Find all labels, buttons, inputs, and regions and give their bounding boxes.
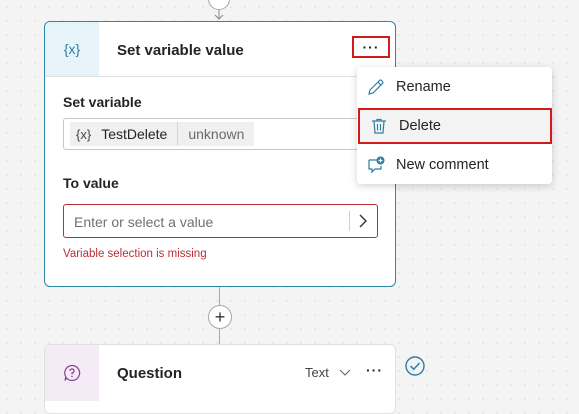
divider [349,211,350,231]
connector-line [219,287,220,305]
variable-select-field[interactable]: {x} TestDelete unknown [63,118,393,150]
question-bubble-icon [64,364,81,382]
variable-icon: {x} [45,22,99,76]
more-options-button[interactable]: ··· [352,36,390,58]
set-variable-node[interactable]: {x} Set variable value ··· Set variable … [44,21,396,287]
plus-icon: + [214,307,226,327]
question-node[interactable]: Question Text ··· [44,344,396,414]
to-value-label: To value [63,175,119,191]
menu-item-new-comment[interactable]: New comment [357,147,552,183]
context-menu: Rename Delete New comment [357,67,552,184]
variable-chip-icon: {x} [76,126,92,142]
connector-node-top [208,0,230,10]
node-title: Set variable value [117,42,244,59]
chevron-right-icon[interactable] [354,212,372,230]
set-variable-label: Set variable [63,94,142,110]
pencil-icon [368,79,384,95]
chevron-down-icon[interactable] [339,366,351,378]
check-circle-icon [405,356,425,376]
node-header: {x} Set variable value ··· [45,22,395,77]
menu-item-rename[interactable]: Rename [357,69,552,105]
menu-item-delete[interactable]: Delete [358,108,552,144]
connector-line [219,329,220,344]
error-message: Variable selection is missing [63,248,207,260]
value-placeholder: Enter or select a value [74,214,214,230]
question-icon-box [45,345,99,401]
variable-chip[interactable]: {x} TestDelete unknown [70,122,255,146]
value-input[interactable]: Enter or select a value [63,204,378,238]
ellipsis-icon: ··· [362,39,380,55]
question-more-options-button[interactable]: ··· [366,362,383,378]
arrow-down-icon [214,10,224,20]
variable-name: TestDelete [97,122,179,146]
trash-icon [372,118,386,134]
question-type-dropdown[interactable]: Text [305,365,329,380]
add-node-button[interactable]: + [208,305,232,329]
comment-add-icon [368,156,385,174]
variable-type: unknown [188,126,245,142]
question-title: Question [117,365,183,382]
